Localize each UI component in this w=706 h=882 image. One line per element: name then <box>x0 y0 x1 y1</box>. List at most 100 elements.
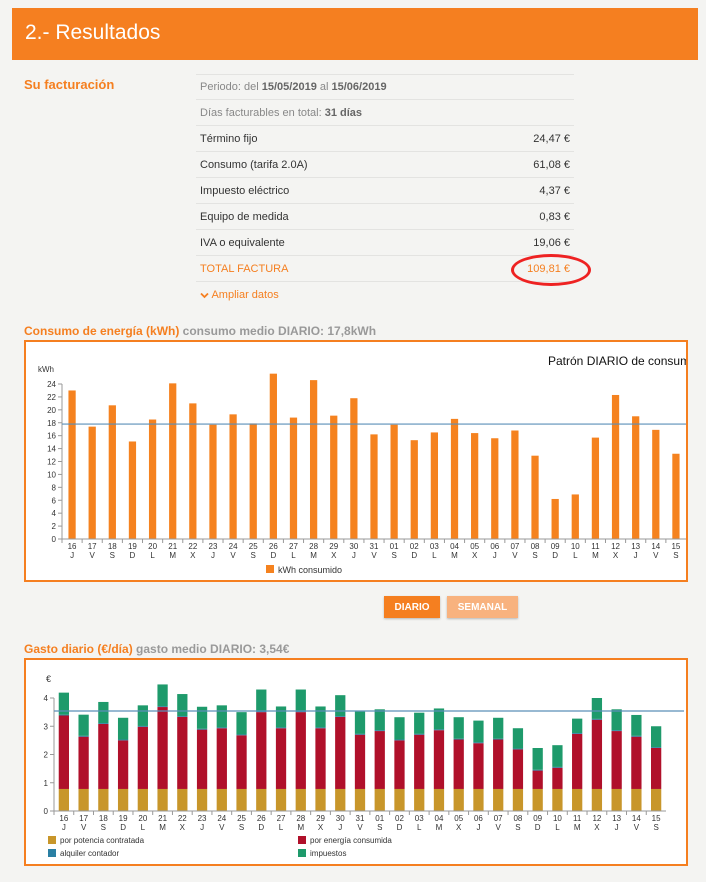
x-tick-label: 09 <box>533 814 542 823</box>
x-tick-label: 05 <box>470 542 479 551</box>
x-tick-label: 12 <box>611 542 620 551</box>
billing-period-row: Periodo: del 15/05/2019 al 15/06/2019 <box>196 74 574 100</box>
bar-segment <box>473 742 484 744</box>
bar <box>88 426 96 539</box>
x-tick-label: 13 <box>631 542 640 551</box>
bar-segment <box>295 689 306 712</box>
x-tick-label: 13 <box>612 814 621 823</box>
bar <box>410 440 418 539</box>
x-tick-label: 30 <box>349 542 358 551</box>
billing-item-value: 19,06 € <box>533 236 570 249</box>
bar-segment <box>473 788 484 811</box>
x-weekday-label: D <box>258 823 264 832</box>
legend-swatch-kwh <box>266 565 274 573</box>
bar <box>209 424 217 539</box>
bar-segment <box>532 788 543 811</box>
x-tick-label: 25 <box>237 814 246 823</box>
x-weekday-label: V <box>81 823 87 832</box>
bar-segment <box>236 788 247 811</box>
bar-segment <box>98 723 109 789</box>
bar-segment <box>177 788 188 811</box>
bar-segment <box>374 730 385 732</box>
bar-segment <box>532 748 543 770</box>
bar-segment <box>315 727 326 729</box>
legend-label: por energía consumida <box>310 836 392 845</box>
x-tick-label: 02 <box>410 542 419 551</box>
x-weekday-label: V <box>634 823 640 832</box>
x-weekday-label: S <box>101 823 106 832</box>
x-weekday-label: M <box>436 823 443 832</box>
bar <box>591 437 600 539</box>
bar-segment <box>275 788 287 811</box>
bar-segment <box>295 712 306 789</box>
x-weekday-label: X <box>613 551 619 560</box>
energy-chart-title: Patrón DIARIO de consumo <box>548 354 688 368</box>
x-tick-label: 03 <box>430 542 439 551</box>
bar <box>350 398 358 539</box>
results-header: 2.- Resultados <box>12 8 698 60</box>
x-tick-label: 29 <box>329 542 338 551</box>
bar-segment <box>650 747 662 749</box>
bar-segment <box>611 709 622 731</box>
billing-days: Días facturables en total: 31 días <box>200 107 362 119</box>
x-tick-label: 27 <box>277 814 286 823</box>
y-tick-label: 0 <box>44 807 49 816</box>
bar-segment <box>236 734 247 736</box>
bar-segment <box>414 734 425 789</box>
bar-segment <box>493 739 504 789</box>
x-weekday-label: L <box>555 823 560 832</box>
total-highlight-circle <box>511 254 591 286</box>
weekly-button[interactable]: SEMANAL <box>447 596 518 618</box>
x-weekday-label: D <box>270 551 276 560</box>
x-tick-label: 08 <box>513 814 522 823</box>
bar-segment <box>315 788 326 811</box>
x-tick-label: 16 <box>68 542 77 551</box>
bar <box>309 380 318 539</box>
bar-segment <box>117 788 129 811</box>
bar-segment <box>433 730 445 789</box>
bar-segment <box>117 739 129 741</box>
x-tick-label: 19 <box>119 814 128 823</box>
billing-item-label: Consumo (tarifa 2.0A) <box>200 158 308 171</box>
x-tick-label: 26 <box>269 542 278 551</box>
x-weekday-label: J <box>62 823 66 832</box>
bar <box>430 432 439 539</box>
bar-segment <box>216 727 227 729</box>
x-weekday-label: V <box>512 551 518 560</box>
bar-segment <box>512 748 524 750</box>
x-tick-label: 08 <box>531 542 540 551</box>
bar-segment <box>493 788 504 811</box>
x-weekday-label: S <box>653 823 658 832</box>
x-tick-label: 06 <box>474 814 483 823</box>
bar-segment <box>572 733 583 789</box>
billing-section-title: Su facturación <box>24 77 115 92</box>
x-tick-label: 30 <box>336 814 345 823</box>
y-tick-label: 10 <box>47 470 56 479</box>
energy-chart-title: Consumo de energía (kWh) consumo medio D… <box>24 324 376 338</box>
bar-segment <box>58 714 70 716</box>
x-tick-label: 28 <box>296 814 305 823</box>
bar-segment <box>572 733 583 734</box>
billing-item-value: 61,08 € <box>533 158 570 171</box>
x-weekday-label: V <box>230 551 236 560</box>
legend-swatch <box>298 836 306 844</box>
daily-button[interactable]: DIARIO <box>384 596 440 618</box>
bar-segment <box>78 736 89 789</box>
x-weekday-label: M <box>310 551 317 560</box>
x-weekday-label: S <box>239 823 244 832</box>
x-tick-label: 22 <box>178 814 187 823</box>
x-weekday-label: S <box>673 551 678 560</box>
billing-item-row: Término fijo 24,47 € <box>196 126 574 152</box>
billing-item-label: Término fijo <box>200 132 258 145</box>
y-tick-label: 3 <box>44 722 49 731</box>
y-tick-label: 18 <box>47 419 56 428</box>
x-tick-label: 09 <box>551 542 560 551</box>
expand-data-link[interactable]: Ampliar datos <box>200 289 279 301</box>
x-tick-label: 15 <box>652 814 661 823</box>
bar-segment <box>216 728 227 789</box>
bar-segment <box>414 733 425 735</box>
bar-segment <box>137 725 148 727</box>
bar <box>169 383 177 539</box>
x-weekday-label: J <box>634 551 638 560</box>
y-tick-label: 20 <box>47 406 56 415</box>
